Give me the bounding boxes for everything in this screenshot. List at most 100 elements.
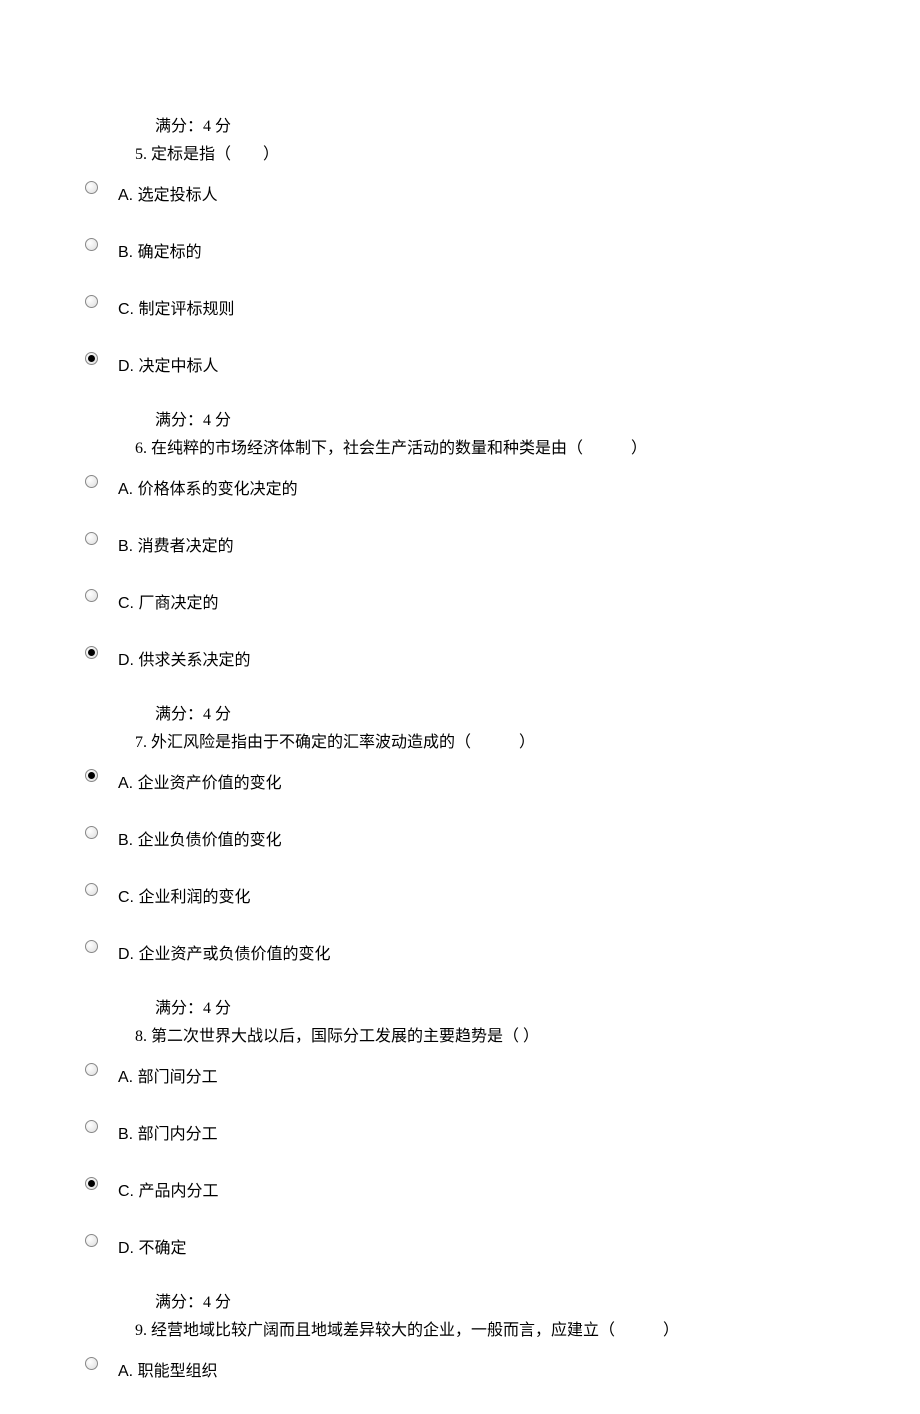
option-letter: D. xyxy=(118,652,138,669)
radio-wrap xyxy=(85,1177,118,1190)
option-letter: D. xyxy=(118,358,138,375)
radio-wrap xyxy=(85,940,118,953)
option-row[interactable]: D. 供求关系决定的 xyxy=(85,646,920,673)
option-text: B. 确定标的 xyxy=(118,238,202,265)
option-row[interactable]: D. 企业资产或负债价值的变化 xyxy=(85,940,920,967)
option-letter: A. xyxy=(118,1069,138,1086)
radio-button[interactable] xyxy=(85,646,98,659)
option-row[interactable]: C. 产品内分工 xyxy=(85,1177,920,1204)
option-letter: A. xyxy=(118,1363,138,1380)
score-line: 满分：4 分 xyxy=(155,115,920,139)
option-letter: B. xyxy=(118,1126,138,1143)
option-row[interactable]: B. 部门内分工 xyxy=(85,1120,920,1147)
radio-button[interactable] xyxy=(85,295,98,308)
option-letter: C. xyxy=(118,595,138,612)
option-body: 企业资产价值的变化 xyxy=(138,775,282,792)
option-row[interactable]: D. 不确定 xyxy=(85,1234,920,1261)
score-line: 满分：4 分 xyxy=(155,997,920,1021)
option-body: 消费者决定的 xyxy=(138,538,234,555)
radio-button[interactable] xyxy=(85,1234,98,1247)
question-text: 9. 经营地域比较广阔而且地域差异较大的企业，一般而言，应建立（ ） xyxy=(135,1319,920,1343)
option-text: A. 价格体系的变化决定的 xyxy=(118,475,298,502)
question-text: 6. 在纯粹的市场经济体制下，社会生产活动的数量和种类是由（ ） xyxy=(135,437,920,461)
score-line: 满分：4 分 xyxy=(155,703,920,727)
option-body: 确定标的 xyxy=(138,244,202,261)
option-text: B. 企业负债价值的变化 xyxy=(118,826,282,853)
radio-wrap xyxy=(85,769,118,782)
option-row[interactable]: A. 部门间分工 xyxy=(85,1063,920,1090)
radio-button[interactable] xyxy=(85,475,98,488)
radio-wrap xyxy=(85,295,118,308)
option-text: C. 企业利润的变化 xyxy=(118,883,250,910)
option-row[interactable]: B. 企业负债价值的变化 xyxy=(85,826,920,853)
option-text: C. 厂商决定的 xyxy=(118,589,218,616)
radio-button[interactable] xyxy=(85,532,98,545)
option-body: 企业利润的变化 xyxy=(138,889,250,906)
option-letter: D. xyxy=(118,1240,138,1257)
option-row[interactable]: C. 企业利润的变化 xyxy=(85,883,920,910)
option-row[interactable]: B. 确定标的 xyxy=(85,238,920,265)
option-row[interactable]: C. 厂商决定的 xyxy=(85,589,920,616)
option-body: 部门内分工 xyxy=(138,1126,218,1143)
option-text: D. 不确定 xyxy=(118,1234,186,1261)
option-letter: A. xyxy=(118,481,138,498)
radio-wrap xyxy=(85,532,118,545)
option-letter: A. xyxy=(118,775,138,792)
radio-button[interactable] xyxy=(85,883,98,896)
radio-button[interactable] xyxy=(85,940,98,953)
option-body: 企业负债价值的变化 xyxy=(138,832,282,849)
option-text: B. 部门内分工 xyxy=(118,1120,218,1147)
radio-button[interactable] xyxy=(85,1063,98,1076)
option-text: C. 制定评标规则 xyxy=(118,295,234,322)
option-body: 企业资产或负债价值的变化 xyxy=(138,946,330,963)
option-body: 价格体系的变化决定的 xyxy=(138,481,298,498)
option-body: 厂商决定的 xyxy=(138,595,218,612)
radio-button[interactable] xyxy=(85,238,98,251)
option-text: C. 产品内分工 xyxy=(118,1177,218,1204)
option-letter: D. xyxy=(118,946,138,963)
option-row[interactable]: A. 价格体系的变化决定的 xyxy=(85,475,920,502)
radio-wrap xyxy=(85,1063,118,1076)
option-body: 选定投标人 xyxy=(138,187,218,204)
option-row[interactable]: A. 企业资产价值的变化 xyxy=(85,769,920,796)
option-body: 决定中标人 xyxy=(138,358,218,375)
option-letter: A. xyxy=(118,187,138,204)
radio-button[interactable] xyxy=(85,181,98,194)
option-body: 不确定 xyxy=(138,1240,186,1257)
option-text: A. 企业资产价值的变化 xyxy=(118,769,282,796)
option-letter: B. xyxy=(118,832,138,849)
radio-wrap xyxy=(85,589,118,602)
radio-wrap xyxy=(85,1234,118,1247)
option-text: A. 选定投标人 xyxy=(118,181,218,208)
radio-button[interactable] xyxy=(85,826,98,839)
question-text: 8. 第二次世界大战以后，国际分工发展的主要趋势是（ ） xyxy=(135,1025,920,1049)
option-row[interactable]: A. 选定投标人 xyxy=(85,181,920,208)
radio-wrap xyxy=(85,352,118,365)
option-text: D. 供求关系决定的 xyxy=(118,646,250,673)
option-text: A. 职能型组织 xyxy=(118,1357,218,1384)
option-letter: B. xyxy=(118,244,138,261)
question-text: 5. 定标是指（ ） xyxy=(135,143,920,167)
radio-button[interactable] xyxy=(85,769,98,782)
option-text: D. 决定中标人 xyxy=(118,352,218,379)
option-letter: C. xyxy=(118,889,138,906)
option-letter: C. xyxy=(118,1183,138,1200)
option-row[interactable]: B. 消费者决定的 xyxy=(85,532,920,559)
radio-button[interactable] xyxy=(85,352,98,365)
radio-wrap xyxy=(85,238,118,251)
option-row[interactable]: C. 制定评标规则 xyxy=(85,295,920,322)
score-line: 满分：4 分 xyxy=(155,1291,920,1315)
radio-button[interactable] xyxy=(85,589,98,602)
radio-button[interactable] xyxy=(85,1120,98,1133)
option-body: 产品内分工 xyxy=(138,1183,218,1200)
option-body: 职能型组织 xyxy=(138,1363,218,1380)
radio-wrap xyxy=(85,1357,118,1370)
option-letter: C. xyxy=(118,301,138,318)
radio-wrap xyxy=(85,181,118,194)
quiz-content: 满分：4 分 5. 定标是指（ ） A. 选定投标人 B. 确定标的 C. 制定评标规则… xyxy=(85,115,920,1384)
radio-button[interactable] xyxy=(85,1177,98,1190)
option-row[interactable]: D. 决定中标人 xyxy=(85,352,920,379)
option-row[interactable]: A. 职能型组织 xyxy=(85,1357,920,1384)
option-text: B. 消费者决定的 xyxy=(118,532,234,559)
radio-button[interactable] xyxy=(85,1357,98,1370)
